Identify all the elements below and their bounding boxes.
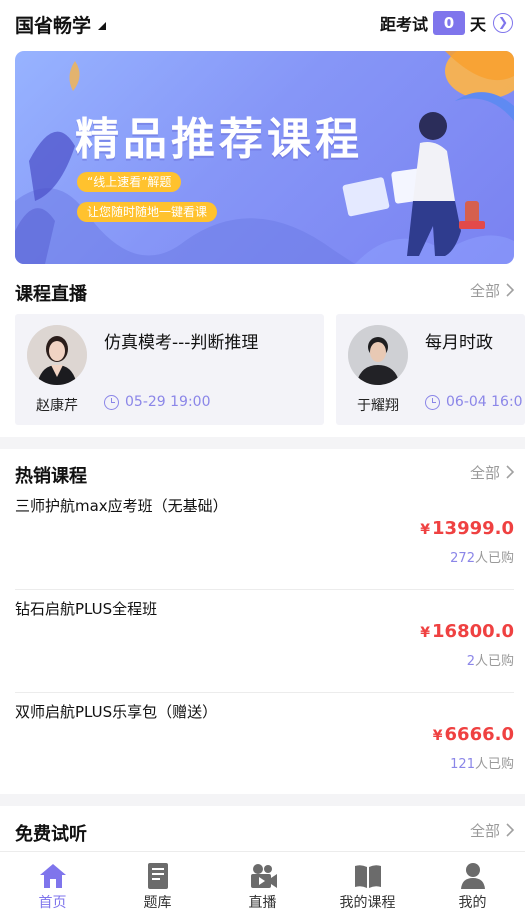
live-time: 06-04 16:0 (425, 394, 523, 410)
purchase-number: 2 (466, 654, 475, 669)
chevron-right-icon (506, 465, 515, 479)
live-all-link[interactable]: 全部 (470, 280, 516, 301)
live-time-text: 06-04 16:0 (446, 394, 523, 410)
all-label: 全部 (469, 822, 500, 840)
tab-live[interactable]: 直播 (210, 852, 315, 912)
chevron-right-icon (506, 823, 515, 837)
live-card[interactable]: 于耀翔 每月时政 06-04 16:0 (336, 314, 525, 425)
tab-question-bank[interactable]: 题库 (105, 852, 210, 912)
course-name: 钻石启航PLUS全程班 (15, 600, 158, 618)
countdown-days: 0 (432, 11, 465, 35)
tab-label: 我的 (458, 895, 487, 911)
top-bar: 国省畅学 距考试 0 天 ❯ (0, 0, 525, 45)
chevron-right-circle-icon[interactable]: ❯ (493, 13, 513, 33)
free-trial-section: 免费试听 全部 (0, 806, 525, 851)
course-row[interactable]: 双师启航PLUS乐享包（赠送） ¥6666.0 121人已购 (0, 693, 525, 796)
live-time: 05-29 19:00 (104, 394, 210, 410)
countdown-unit: 天 (469, 15, 486, 34)
hot-all-link[interactable]: 全部 (470, 462, 516, 483)
section-title-live: 课程直播 (15, 284, 87, 305)
teacher-name: 赵康芹 (36, 398, 78, 414)
teacher-avatar (348, 325, 408, 385)
banner-title: 精品推荐课程 (75, 114, 363, 165)
tab-label: 首页 (38, 895, 67, 911)
exam-selector-label[interactable]: 国省畅学 (15, 11, 91, 38)
chevron-right-icon (506, 283, 515, 297)
purchase-number: 272 (450, 551, 475, 566)
currency-symbol: ¥ (432, 728, 443, 744)
course-name: 三师护航max应考班（无基础） (15, 497, 228, 515)
countdown-label: 距考试 (379, 15, 428, 34)
banner-pill-2: 让您随时随地一键看课 (77, 202, 218, 222)
course-name: 双师启航PLUS乐享包（赠送） (15, 703, 218, 721)
live-camera-icon (250, 864, 277, 888)
tab-label: 直播 (248, 895, 277, 911)
free-all-link[interactable]: 全部 (470, 820, 516, 841)
purchase-number: 121 (450, 757, 475, 772)
price-value: 16800.0 (432, 621, 514, 642)
question-bank-icon (147, 863, 168, 889)
promo-banner[interactable]: 精品推荐课程 “线上速看”解题 让您随时随地一键看课 (15, 51, 514, 264)
course-row[interactable]: 钻石启航PLUS全程班 ¥16800.0 2人已购 (0, 590, 525, 693)
user-icon (460, 863, 485, 889)
course-row[interactable]: 三师护航max应考班（无基础） ¥13999.0 272人已购 (0, 487, 525, 590)
all-label: 全部 (469, 282, 500, 300)
tab-label: 题库 (143, 895, 172, 911)
currency-symbol: ¥ (420, 522, 431, 538)
caret-down-icon[interactable] (98, 22, 106, 30)
purchase-suffix: 人已购 (474, 654, 514, 669)
tab-my-courses[interactable]: 我的课程 (315, 852, 420, 912)
banner-pill-1: “线上速看”解题 (77, 172, 182, 192)
course-price: ¥16800.0 (420, 621, 514, 642)
clock-icon (425, 394, 440, 410)
purchase-count: 2人已购 (467, 650, 514, 669)
purchase-count: 121人已购 (450, 753, 514, 772)
section-title-hot: 热销课程 (15, 466, 87, 487)
tab-profile[interactable]: 我的 (420, 852, 525, 912)
tab-label: 我的课程 (339, 895, 396, 911)
all-label: 全部 (469, 464, 500, 482)
exam-countdown[interactable]: 距考试 0 天 ❯ (380, 11, 513, 35)
currency-symbol: ¥ (420, 625, 431, 641)
live-title: 仿真模考---判断推理 (104, 333, 259, 353)
home-icon (39, 864, 66, 888)
purchase-suffix: 人已购 (474, 757, 514, 772)
banner-section: 精品推荐课程 “线上速看”解题 让您随时随地一键看课 (0, 45, 525, 271)
live-title: 每月时政 (425, 333, 493, 353)
hot-courses-section: 热销课程 全部 三师护航max应考班（无基础） ¥13999.0 272人已购 … (0, 449, 525, 794)
price-value: 13999.0 (432, 518, 514, 539)
teacher-name: 于耀翔 (357, 398, 399, 414)
live-section: 课程直播 全部 赵康芹 仿真模考---判断推理 05-29 19:00 于耀翔 … (0, 271, 525, 437)
purchase-count: 272人已购 (450, 547, 514, 566)
tab-home[interactable]: 首页 (0, 852, 105, 912)
live-card[interactable]: 赵康芹 仿真模考---判断推理 05-29 19:00 (15, 314, 324, 425)
price-value: 6666.0 (444, 724, 514, 745)
clock-icon (104, 394, 119, 410)
course-price: ¥6666.0 (433, 724, 514, 745)
purchase-suffix: 人已购 (474, 551, 514, 566)
section-title-free: 免费试听 (15, 824, 87, 845)
bottom-tab-bar: 首页 题库 直播 我的课程 我的 (0, 851, 525, 912)
book-icon (354, 865, 381, 888)
teacher-avatar (27, 325, 87, 385)
live-time-text: 05-29 19:00 (125, 394, 211, 410)
course-price: ¥13999.0 (420, 518, 514, 539)
